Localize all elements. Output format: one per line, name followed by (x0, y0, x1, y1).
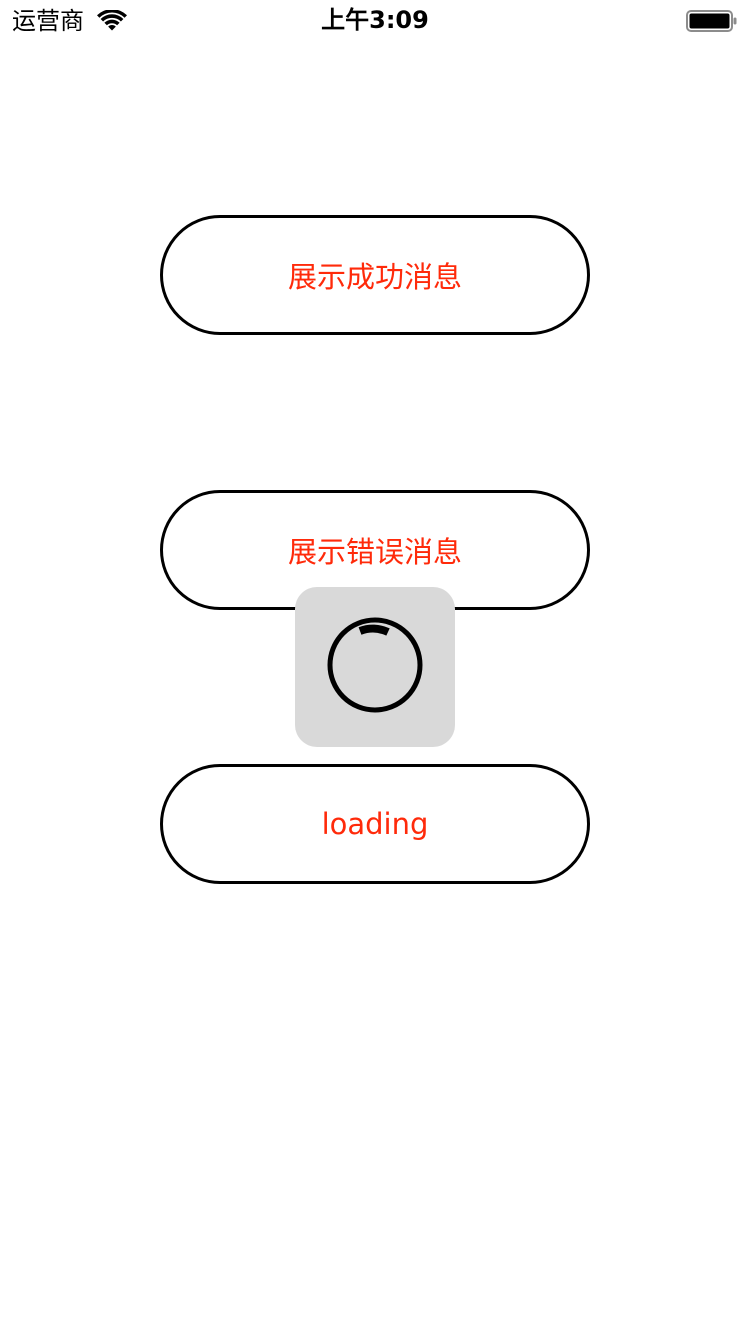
show-error-label: 展示错误消息 (287, 535, 462, 569)
loading-button[interactable]: loading (160, 764, 590, 884)
battery-full-icon (686, 9, 738, 33)
show-success-button[interactable]: 展示成功消息 (160, 215, 590, 335)
status-bar: 运营商 上午3:09 (0, 0, 750, 40)
app-screen: 运营商 上午3:09 展示成功消息 展示错误消息 loading (0, 0, 750, 1334)
status-time: 上午3:09 (321, 6, 429, 34)
show-success-label: 展示成功消息 (287, 260, 462, 294)
loading-label: loading (321, 807, 429, 841)
spinner-icon (325, 615, 425, 719)
loading-hud (295, 587, 455, 747)
